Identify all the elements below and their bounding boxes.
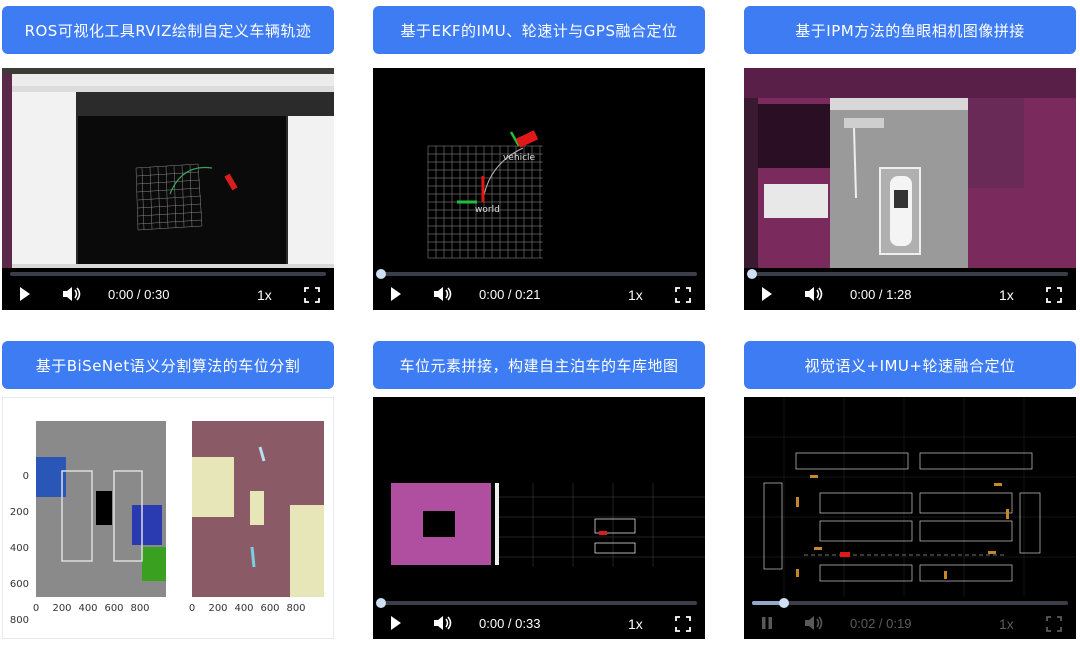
x-tick-label: 0: [189, 603, 195, 614]
video-frame-fusion: [744, 397, 1076, 597]
player-controls: 0:00 / 1:28 1x: [744, 280, 1076, 310]
x-tick-label: 0: [33, 603, 39, 614]
volume-icon[interactable]: [62, 286, 82, 306]
fullscreen-icon[interactable]: [304, 287, 320, 307]
progress-knob[interactable]: [376, 269, 386, 279]
play-icon[interactable]: [18, 286, 32, 306]
player-controls: 0:02 / 0:19 1x: [744, 609, 1076, 639]
time-display: 0:00 / 0:30: [108, 287, 170, 302]
player-controls: 0:00 / 0:21 1x: [373, 280, 705, 310]
x-tick-label: 200: [208, 603, 227, 614]
progress-bar[interactable]: [747, 269, 1068, 279]
y-tick-label: 0: [23, 471, 29, 482]
x-tick-label: 800: [286, 603, 305, 614]
world-label: world: [475, 205, 500, 215]
card-title: 基于EKF的IMU、轮速计与GPS融合定位: [373, 6, 705, 54]
video-frame-ekf: vehicle world: [373, 68, 705, 268]
playback-speed-button[interactable]: 1x: [257, 287, 272, 303]
video-card-ekf: 基于EKF的IMU、轮速计与GPS融合定位 vehicle world 0:00…: [373, 6, 705, 310]
progress-bar[interactable]: [10, 272, 326, 276]
playback-speed-button[interactable]: 1x: [628, 287, 643, 303]
vehicle-label: vehicle: [503, 153, 536, 163]
y-tick-label: 200: [10, 507, 29, 518]
time-display: 0:00 / 0:21: [479, 287, 541, 302]
time-display: 0:00 / 0:33: [479, 616, 541, 631]
y-tick-label: 600: [10, 579, 29, 590]
play-icon[interactable]: [389, 615, 403, 635]
progress-knob[interactable]: [376, 598, 386, 608]
fullscreen-icon[interactable]: [1046, 287, 1062, 307]
y-tick-label: 400: [10, 543, 29, 554]
card-title: 基于IPM方法的鱼眼相机图像拼接: [744, 6, 1076, 54]
progress-knob[interactable]: [778, 598, 789, 608]
video-card-fusion-localization: 视觉语义+IMU+轮速融合定位 0:02 / 0:19 1x: [744, 341, 1076, 639]
video-card-rviz: ROS可视化工具RVIZ绘制自定义车辆轨迹 0:00 / 0:30 1x: [2, 6, 334, 310]
time-display: 0:00 / 1:28: [850, 287, 912, 302]
card-title: ROS可视化工具RVIZ绘制自定义车辆轨迹: [2, 6, 334, 54]
pause-icon[interactable]: [760, 615, 774, 635]
playback-speed-button[interactable]: 1x: [999, 287, 1014, 303]
y-tick-label: 800: [10, 615, 29, 626]
x-tick-label: 600: [260, 603, 279, 614]
progress-bar[interactable]: [376, 269, 697, 279]
volume-icon[interactable]: [433, 286, 453, 306]
video-player[interactable]: 0:00 / 0:33 1x: [373, 397, 705, 639]
x-tick-label: 400: [234, 603, 253, 614]
progress-bar[interactable]: [376, 598, 697, 608]
video-card-ipm: 基于IPM方法的鱼眼相机图像拼接 0:00 / 1:28 1x: [744, 6, 1076, 310]
video-card-garage-map: 车位元素拼接，构建自主泊车的车库地图 0:00 / 0:33 1x: [373, 341, 705, 639]
playback-speed-button[interactable]: 1x: [999, 616, 1014, 632]
progress-knob[interactable]: [747, 269, 757, 279]
progress-bar[interactable]: [752, 598, 1068, 608]
card-title: 车位元素拼接，构建自主泊车的车库地图: [373, 341, 705, 389]
play-icon[interactable]: [760, 286, 774, 306]
player-controls: 0:00 / 0:33 1x: [373, 609, 705, 639]
x-tick-label: 400: [78, 603, 97, 614]
x-tick-label: 200: [52, 603, 71, 614]
time-display: 0:02 / 0:19: [850, 616, 912, 631]
video-player[interactable]: vehicle world 0:00 / 0:21 1x: [373, 68, 705, 310]
video-frame-rviz: [2, 68, 334, 268]
video-frame-garage-map: [373, 397, 705, 597]
x-tick-label: 600: [104, 603, 123, 614]
play-icon[interactable]: [389, 286, 403, 306]
image-card-bisenet: 基于BiSeNet语义分割算法的车位分割 0 200 400 600 800 0…: [2, 341, 334, 639]
volume-icon[interactable]: [433, 615, 453, 635]
x-tick-label: 800: [130, 603, 149, 614]
segmentation-plot: 0 200 400 600 800 0 200 400 600 800 0 20…: [2, 397, 334, 639]
video-frame-ipm: [744, 68, 1076, 268]
card-title: 视觉语义+IMU+轮速融合定位: [744, 341, 1076, 389]
volume-icon[interactable]: [804, 615, 824, 635]
video-player[interactable]: 0:02 / 0:19 1x: [744, 397, 1076, 639]
fullscreen-icon[interactable]: [675, 616, 691, 636]
card-title: 基于BiSeNet语义分割算法的车位分割: [2, 341, 334, 389]
fullscreen-icon[interactable]: [1046, 616, 1062, 636]
player-controls: 0:00 / 0:30 1x: [2, 280, 334, 310]
fullscreen-icon[interactable]: [675, 287, 691, 307]
volume-icon[interactable]: [804, 286, 824, 306]
video-player[interactable]: 0:00 / 0:30 1x: [2, 68, 334, 310]
playback-speed-button[interactable]: 1x: [628, 616, 643, 632]
video-player[interactable]: 0:00 / 1:28 1x: [744, 68, 1076, 310]
